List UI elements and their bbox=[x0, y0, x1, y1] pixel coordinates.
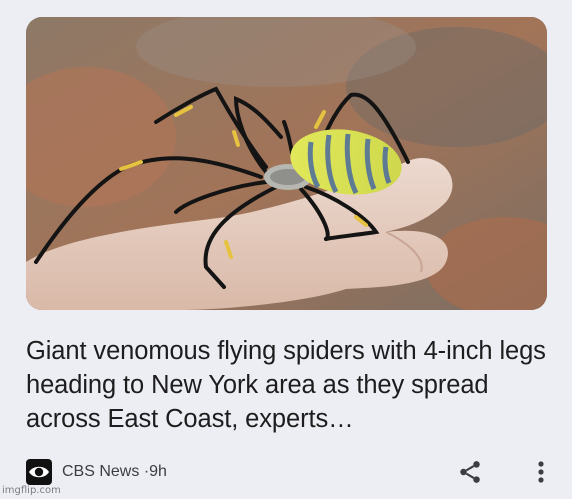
source-name: CBS News bbox=[62, 463, 140, 480]
article-image[interactable] bbox=[26, 17, 547, 310]
article-headline[interactable]: Giant venomous flying spiders with 4-inc… bbox=[26, 334, 556, 436]
imgflip-watermark: imgflip.com bbox=[2, 485, 61, 496]
more-vertical-icon[interactable] bbox=[531, 459, 551, 485]
article-age: 9h bbox=[149, 463, 167, 480]
card-actions bbox=[457, 459, 551, 485]
source-row: CBS News ·9h bbox=[26, 458, 551, 486]
source-label[interactable]: CBS News ·9h bbox=[62, 463, 167, 481]
spider-photo-illustration bbox=[26, 17, 547, 310]
cbs-eye-logo-icon bbox=[26, 459, 52, 485]
share-icon[interactable] bbox=[457, 459, 483, 485]
news-card[interactable]: Giant venomous flying spiders with 4-inc… bbox=[0, 0, 572, 499]
